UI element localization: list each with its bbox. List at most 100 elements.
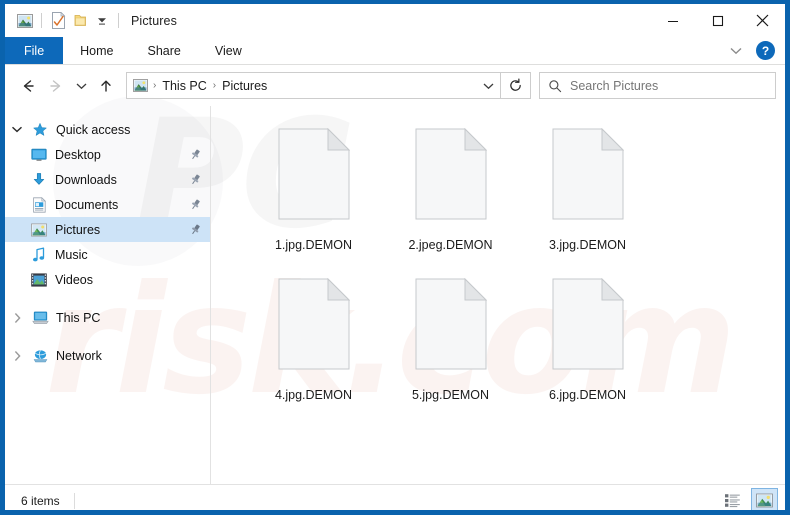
file-grid: 1.jpg.DEMON 2.jpeg.DEMON 3.jpg.DEMON 4.j… — [245, 128, 785, 428]
blank-document-icon — [540, 128, 636, 231]
breadcrumb-separator-0: › — [153, 80, 157, 91]
back-button[interactable] — [14, 72, 42, 100]
sidebar-item-label: Pictures — [55, 222, 101, 237]
status-bar: 6 items — [5, 484, 785, 510]
sidebar-item-videos[interactable]: Videos — [5, 267, 210, 292]
blank-document-icon — [403, 278, 499, 381]
refresh-button[interactable] — [501, 72, 531, 99]
file-item[interactable]: 2.jpeg.DEMON — [382, 128, 519, 278]
pin-icon[interactable] — [186, 198, 204, 211]
file-list-pane[interactable]: 1.jpg.DEMON 2.jpeg.DEMON 3.jpg.DEMON 4.j… — [211, 106, 785, 484]
sidebar-item-label: Quick access — [56, 122, 131, 137]
documents-icon — [28, 196, 50, 213]
network-icon — [29, 349, 51, 363]
sidebar-item-network[interactable]: Network — [5, 343, 210, 368]
status-separator — [73, 492, 75, 509]
pin-icon[interactable] — [186, 223, 204, 236]
blank-document-icon — [540, 278, 636, 381]
ribbon-right-controls: ? — [724, 37, 785, 64]
file-name: 6.jpg.DEMON — [548, 388, 627, 402]
item-count-label: 6 items — [21, 493, 60, 508]
close-button[interactable] — [740, 4, 785, 37]
navigation-bar: › This PC › Pictures Search Pictures — [5, 65, 785, 106]
file-name: 4.jpg.DEMON — [274, 388, 353, 402]
customize-qat-dropdown-icon[interactable] — [91, 10, 113, 32]
blank-document-icon — [266, 278, 362, 381]
sidebar-item-label: Music — [55, 247, 88, 262]
tab-share[interactable]: Share — [131, 37, 198, 64]
file-name: 5.jpg.DEMON — [411, 388, 490, 402]
new-folder-icon[interactable] — [69, 10, 91, 32]
qat-separator-1 — [41, 13, 42, 28]
sidebar-item-desktop[interactable]: Desktop — [5, 142, 210, 167]
pictures-icon — [28, 222, 50, 237]
breadcrumb-item-pictures[interactable]: Pictures — [218, 77, 271, 95]
qat-separator-2 — [118, 13, 119, 28]
help-button[interactable]: ? — [756, 41, 775, 60]
sidebar-item-this-pc[interactable]: This PC — [5, 305, 210, 330]
blank-document-icon — [403, 128, 499, 231]
address-dropdown-chevron-down-icon[interactable] — [476, 81, 500, 91]
explorer-content: Quick access Desktop Downloads Documents… — [5, 106, 785, 484]
chevron-right-icon[interactable] — [5, 312, 29, 324]
file-item[interactable]: 5.jpg.DEMON — [382, 278, 519, 428]
pin-icon[interactable] — [186, 148, 204, 161]
sidebar-item-label: Videos — [55, 272, 93, 287]
sidebar-item-label: Downloads — [55, 172, 117, 187]
large-icons-view-button[interactable] — [751, 488, 778, 510]
ribbon-tab-bar: File Home Share View ? — [5, 37, 785, 65]
videos-icon — [28, 272, 50, 287]
sidebar-item-documents[interactable]: Documents — [5, 192, 210, 217]
star-icon — [29, 122, 51, 138]
breadcrumb-item-this-pc[interactable]: This PC — [158, 77, 210, 95]
address-bar[interactable]: › This PC › Pictures — [126, 72, 501, 99]
minimize-button[interactable] — [650, 4, 695, 37]
sidebar-item-label: Network — [56, 348, 102, 363]
window-controls — [650, 4, 785, 37]
file-name: 2.jpeg.DEMON — [408, 238, 493, 252]
file-item[interactable]: 4.jpg.DEMON — [245, 278, 382, 428]
chevron-down-icon[interactable] — [5, 125, 29, 134]
file-item[interactable]: 3.jpg.DEMON — [519, 128, 656, 278]
quick-access-toolbar — [5, 10, 124, 32]
sidebar-item-pictures[interactable]: Pictures — [5, 217, 210, 242]
chevron-right-icon[interactable] — [5, 350, 29, 362]
details-view-button[interactable] — [719, 488, 746, 510]
sidebar-item-label: This PC — [56, 310, 101, 325]
sidebar-item-label: Desktop — [55, 147, 101, 162]
downloads-icon — [28, 172, 50, 188]
tab-file[interactable]: File — [5, 37, 64, 64]
file-item[interactable]: 6.jpg.DEMON — [519, 278, 656, 428]
file-name: 3.jpg.DEMON — [548, 238, 627, 252]
recent-locations-chevron-down-icon[interactable] — [70, 72, 92, 100]
window-title: Pictures — [131, 13, 177, 28]
properties-icon[interactable] — [47, 10, 69, 32]
tab-home[interactable]: Home — [63, 37, 130, 64]
sidebar-item-downloads[interactable]: Downloads — [5, 167, 210, 192]
title-bar: Pictures — [5, 4, 785, 37]
blank-document-icon — [266, 128, 362, 231]
pin-icon[interactable] — [186, 173, 204, 186]
forward-button[interactable] — [42, 72, 70, 100]
search-input[interactable]: Search Pictures — [539, 72, 776, 99]
desktop-icon — [28, 148, 50, 162]
tab-view[interactable]: View — [198, 37, 259, 64]
search-icon — [540, 79, 570, 93]
file-item[interactable]: 1.jpg.DEMON — [245, 128, 382, 278]
breadcrumb: › This PC › Pictures — [151, 77, 476, 95]
breadcrumb-separator-1: › — [212, 80, 217, 91]
file-explorer-window: PC risk.com Pictures File Home Share Vie… — [0, 0, 790, 515]
this-pc-icon — [29, 311, 51, 325]
view-toggle-group — [719, 488, 778, 510]
pictures-folder-icon[interactable] — [14, 10, 36, 32]
maximize-button[interactable] — [695, 4, 740, 37]
navigation-pane: Quick access Desktop Downloads Documents… — [5, 106, 210, 484]
sidebar-item-music[interactable]: Music — [5, 242, 210, 267]
sidebar-item-quick-access[interactable]: Quick access — [5, 117, 210, 142]
expand-ribbon-chevron-down-icon[interactable] — [724, 40, 748, 62]
address-bar-pictures-icon — [129, 79, 151, 92]
sidebar-item-label: Documents — [55, 197, 119, 212]
music-icon — [28, 246, 50, 263]
up-button[interactable] — [92, 72, 120, 100]
search-placeholder: Search Pictures — [570, 78, 659, 93]
